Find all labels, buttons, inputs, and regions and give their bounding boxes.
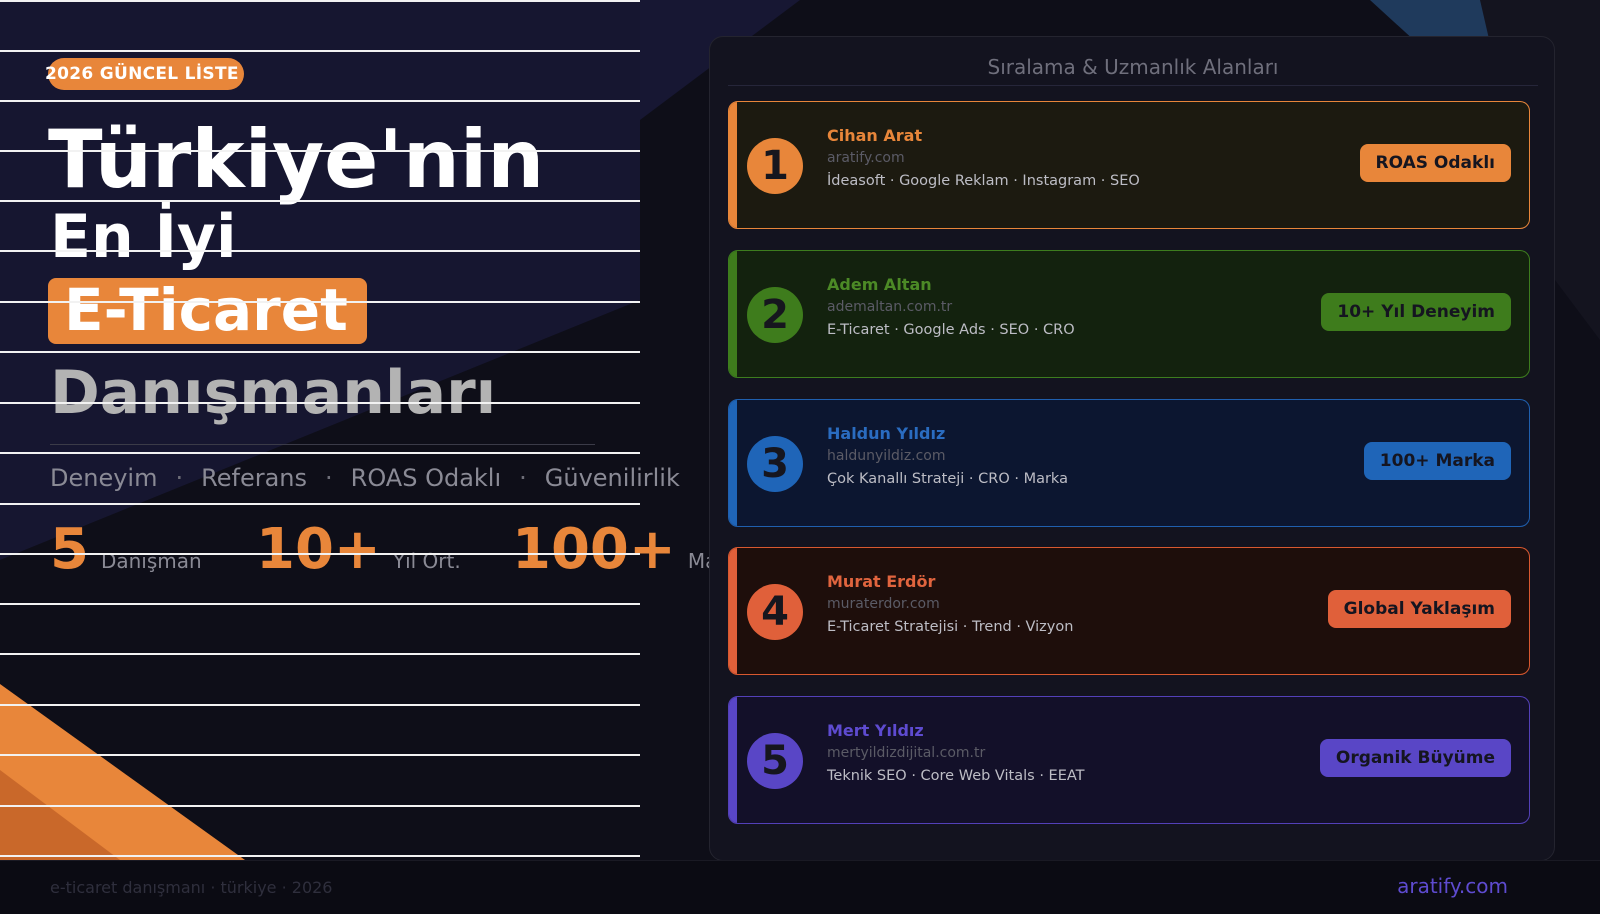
highlight-pill: 10+ Yıl Deneyim <box>1321 293 1511 331</box>
year-badge-label: 2026 GÜNCEL LİSTE <box>45 64 239 84</box>
headline-line2: En İyi <box>50 202 237 272</box>
tag-separator: · <box>325 464 333 492</box>
consultant-card-2[interactable]: 2 Adem Altan ademaltan.com.tr E-Ticaret … <box>728 250 1530 378</box>
footer-caption: e-ticaret danışmanı · türkiye · 2026 <box>50 878 333 897</box>
hero-section: 2026 GÜNCEL LİSTE Türkiye'nin En İyi E-T… <box>0 0 749 860</box>
footer-bar: e-ticaret danışmanı · türkiye · 2026 ara… <box>0 860 1600 914</box>
highlight-pill: Global Yaklaşım <box>1327 590 1511 628</box>
headline-line4: Danışmanları <box>50 358 497 428</box>
stat-consultants: 5 Danışman <box>50 522 202 578</box>
consultant-url: ademaltan.com.tr <box>827 299 953 315</box>
consultant-url: mertyildizdijital.com.tr <box>827 745 986 761</box>
card-accent-bar <box>729 251 737 377</box>
card-accent-bar <box>729 548 737 674</box>
consultant-name: Adem Altan <box>827 275 932 294</box>
stat-value: 5 <box>50 517 89 582</box>
consultant-url: muraterdor.com <box>827 596 940 612</box>
consultant-specialties: Çok Kanallı Strateji · CRO · Marka <box>827 471 1068 487</box>
highlight-pill: 100+ Marka <box>1363 442 1511 480</box>
stat-value: 10+ <box>256 517 381 582</box>
consultant-specialties: Teknik SEO · Core Web Vitals · EEAT <box>827 768 1085 784</box>
tag-item: Referans <box>201 464 307 492</box>
rank-badge: 1 <box>747 138 803 194</box>
consultant-name: Cihan Arat <box>827 126 923 145</box>
tag-item: Deneyim <box>50 464 158 492</box>
highlight-pill: Organik Büyüme <box>1319 739 1511 777</box>
tag-separator: · <box>519 464 527 492</box>
rank-badge: 4 <box>747 584 803 640</box>
stat-years: 10+ Yıl Ort. <box>256 522 461 578</box>
panel-divider <box>728 85 1538 86</box>
rank-badge: 5 <box>747 733 803 789</box>
consultant-card-5[interactable]: 5 Mert Yıldız mertyildizdijital.com.tr T… <box>728 696 1530 824</box>
feature-tags: Deneyim · Referans · ROAS Odaklı · Güven… <box>50 464 680 492</box>
rank-badge: 2 <box>747 287 803 343</box>
card-accent-bar <box>729 400 737 526</box>
consultant-specialties: İdeasoft · Google Reklam · Instagram · S… <box>827 173 1140 189</box>
tag-item: Güvenilirlik <box>544 464 680 492</box>
consultant-card-1[interactable]: 1 Cihan Arat aratify.com İdeasoft · Goog… <box>728 101 1530 229</box>
stat-label: Danışman <box>100 549 202 573</box>
consultant-name: Haldun Yıldız <box>827 424 946 443</box>
consultant-card-4[interactable]: 4 Murat Erdör muraterdor.com E-Ticaret S… <box>728 547 1530 675</box>
year-badge: 2026 GÜNCEL LİSTE <box>45 58 244 90</box>
panel-title: Sıralama & Uzmanlık Alanları <box>987 55 1279 79</box>
headline-line1: Türkiye'nin <box>48 113 545 206</box>
ranking-panel: Sıralama & Uzmanlık Alanları 1 Cihan Ara… <box>709 36 1555 861</box>
rank-badge: 3 <box>747 436 803 492</box>
consultant-card-3[interactable]: 3 Haldun Yıldız haldunyildiz.com Çok Kan… <box>728 399 1530 527</box>
headline-highlight: E-Ticaret <box>64 276 348 344</box>
tag-item: ROAS Odaklı <box>350 464 502 492</box>
consultant-specialties: E-Ticaret Stratejisi · Trend · Vizyon <box>827 619 1074 635</box>
footer-site-link[interactable]: aratify.com <box>1397 874 1508 898</box>
stat-value: 100+ <box>512 517 676 582</box>
tag-separator: · <box>175 464 184 492</box>
consultant-name: Murat Erdör <box>827 572 936 591</box>
consultant-url: aratify.com <box>827 150 905 166</box>
consultant-name: Mert Yıldız <box>827 721 924 740</box>
card-accent-bar <box>729 697 737 823</box>
highlight-pill: ROAS Odaklı <box>1359 144 1511 182</box>
consultant-specialties: E-Ticaret · Google Ads · SEO · CRO <box>827 322 1075 338</box>
consultant-url: haldunyildiz.com <box>827 448 946 464</box>
hero-divider <box>50 444 595 445</box>
stat-label: Yıl Ort. <box>392 549 461 573</box>
card-accent-bar <box>729 102 737 228</box>
